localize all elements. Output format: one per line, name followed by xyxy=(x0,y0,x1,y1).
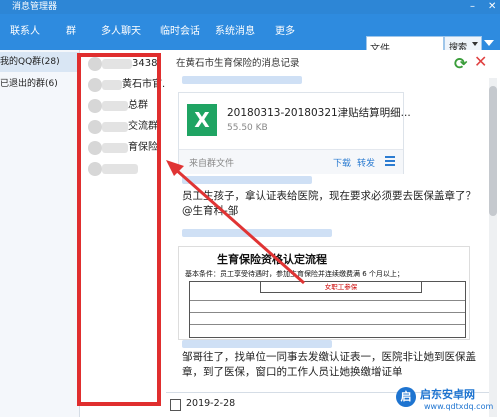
calendar-icon[interactable] xyxy=(170,399,181,411)
watermark: 启 启东安卓网 www.qdtxdq.com xyxy=(396,384,500,417)
watermark-url: www.qdtxdq.com xyxy=(424,402,494,411)
date-label: 2019-2-28 xyxy=(186,398,236,409)
annotation-arrow xyxy=(166,160,305,285)
watermark-name: 启东安卓网 xyxy=(420,388,475,401)
watermark-logo: 启 xyxy=(396,387,416,407)
